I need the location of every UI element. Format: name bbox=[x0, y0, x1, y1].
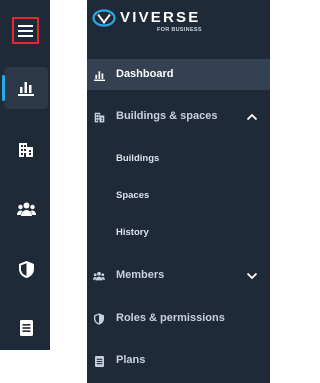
brand-name: VIVERSE bbox=[120, 9, 201, 26]
rail-item-roles[interactable] bbox=[4, 248, 48, 290]
rail-item-plans[interactable] bbox=[4, 307, 48, 349]
nav-subitem-spaces[interactable]: Spaces bbox=[116, 190, 149, 201]
collapsed-sidebar bbox=[0, 0, 50, 350]
people-icon bbox=[16, 202, 36, 216]
viverse-logo: VIVERSE FOR BUSINESS bbox=[92, 8, 222, 38]
rail-item-dashboard[interactable] bbox=[2, 67, 48, 109]
document-icon bbox=[93, 355, 105, 367]
bar-chart-icon bbox=[18, 82, 34, 96]
brand-tagline: FOR BUSINESS bbox=[157, 27, 202, 33]
nav-label-roles-permissions: Roles & permissions bbox=[116, 312, 225, 324]
nav-item-members[interactable]: Members bbox=[87, 261, 270, 291]
people-icon bbox=[93, 270, 105, 282]
document-icon bbox=[19, 320, 33, 336]
nav-item-roles-permissions[interactable]: Roles & permissions bbox=[87, 304, 270, 334]
nav-label-buildings-spaces: Buildings & spaces bbox=[116, 110, 218, 122]
expanded-sidebar: VIVERSE FOR BUSINESS Dashboard Buildings… bbox=[87, 0, 270, 383]
menu-toggle-button[interactable] bbox=[12, 17, 39, 44]
nav-label-plans: Plans bbox=[116, 354, 146, 366]
nav-label-dashboard: Dashboard bbox=[116, 68, 174, 80]
bar-chart-icon bbox=[93, 69, 105, 81]
shield-icon bbox=[93, 313, 105, 325]
rail-item-members[interactable] bbox=[4, 188, 48, 230]
rail-item-buildings[interactable] bbox=[4, 129, 48, 171]
nav-item-plans[interactable]: Plans bbox=[87, 346, 270, 376]
nav-item-buildings-spaces[interactable]: Buildings & spaces bbox=[87, 102, 270, 132]
nav-label-members: Members bbox=[116, 269, 165, 281]
building-icon bbox=[19, 143, 33, 157]
building-icon bbox=[93, 111, 105, 123]
viverse-logo-icon bbox=[92, 9, 116, 27]
nav-subitem-buildings[interactable]: Buildings bbox=[116, 153, 159, 164]
nav-subitem-history[interactable]: History bbox=[116, 227, 149, 238]
shield-icon bbox=[18, 260, 34, 278]
hamburger-icon bbox=[18, 24, 33, 37]
chevron-down-icon[interactable] bbox=[246, 270, 258, 282]
nav-item-dashboard[interactable]: Dashboard bbox=[87, 59, 270, 90]
chevron-up-icon[interactable] bbox=[246, 111, 258, 123]
